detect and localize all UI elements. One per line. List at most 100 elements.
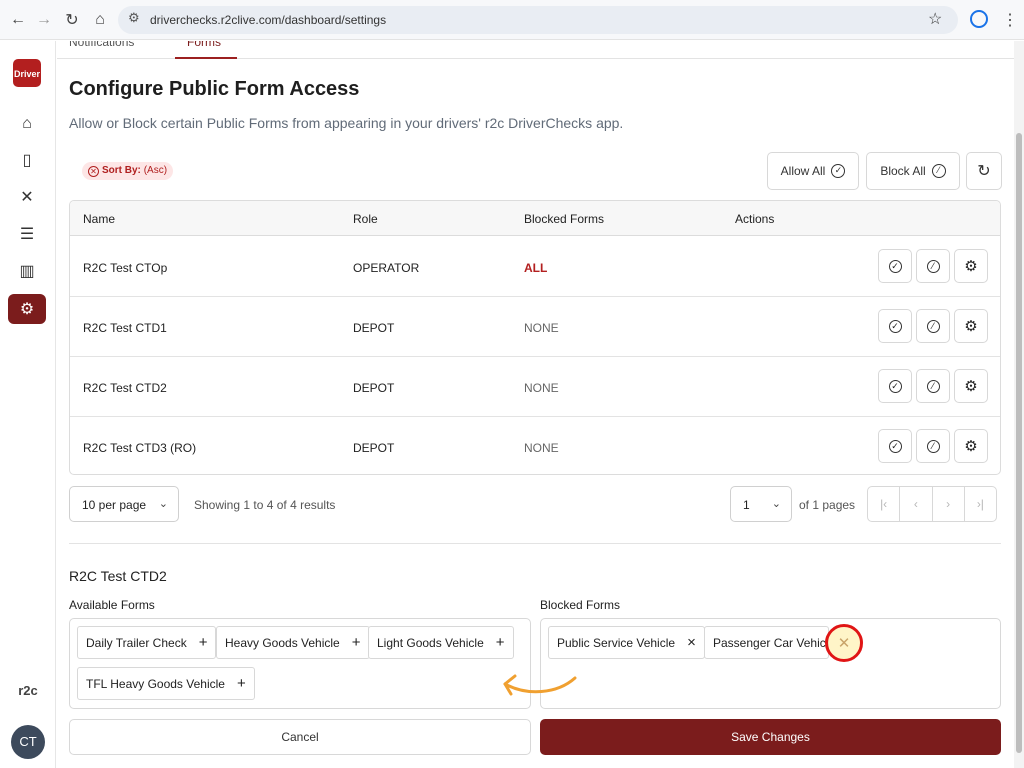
header-actions: Actions: [735, 212, 775, 226]
list-icon[interactable]: ☰: [8, 219, 46, 249]
blocked-forms-label: Blocked Forms: [540, 598, 621, 612]
row-settings-button[interactable]: ⚙: [954, 429, 988, 463]
header-role[interactable]: Role: [353, 212, 378, 226]
available-form-chip[interactable]: Heavy Goods Vehicle +: [216, 626, 370, 659]
results-summary: Showing 1 to 4 of 4 results: [194, 498, 336, 512]
header-blocked-forms[interactable]: Blocked Forms: [524, 212, 604, 226]
clipboard-icon[interactable]: ▯: [8, 145, 46, 175]
url-text[interactable]: driverchecks.r2clive.com/dashboard/setti…: [150, 13, 386, 27]
page-count: of 1 pages: [799, 498, 856, 512]
table-row[interactable]: R2C Test CTD1 DEPOT NONE ✓ ⁄ ⚙: [70, 297, 1000, 357]
first-page-icon[interactable]: |‹: [868, 487, 901, 521]
block-all-label: Block All: [880, 164, 926, 178]
blocked-form-chip[interactable]: Passenger Car Vehicle: [704, 626, 829, 659]
allow-row-button[interactable]: ✓: [878, 429, 912, 463]
home-icon[interactable]: ⌂: [8, 109, 46, 139]
next-page-icon[interactable]: ›: [933, 487, 965, 521]
row-role: DEPOT: [353, 381, 395, 395]
header-name[interactable]: Name: [83, 212, 115, 226]
users-table: Name Role Blocked Forms Actions R2C Test…: [69, 200, 1001, 475]
home-browser-icon[interactable]: ⌂: [88, 8, 112, 32]
row-name: R2C Test CTD2: [83, 381, 167, 395]
row-settings-button[interactable]: ⚙: [954, 309, 988, 343]
remove-icon[interactable]: ×: [687, 634, 696, 651]
row-name: R2C Test CTD3 (RO): [83, 441, 197, 455]
row-blocked: ALL: [524, 261, 548, 275]
allow-row-button[interactable]: ✓: [878, 309, 912, 343]
tab-forms[interactable]: Forms: [187, 41, 221, 49]
gear-icon[interactable]: ⚙: [8, 294, 46, 324]
check-circle-icon: ✓: [888, 379, 902, 393]
available-form-chip[interactable]: Daily Trailer Check +: [77, 626, 217, 659]
app-logo[interactable]: Driver: [13, 59, 41, 87]
page-select[interactable]: 1 ⌄: [730, 486, 792, 522]
page-subtitle: Allow or Block certain Public Forms from…: [69, 115, 624, 131]
app-logo-text: Driver: [13, 69, 40, 79]
table-row[interactable]: R2C Test CTOp OPERATOR ALL ✓ ⁄ ⚙: [70, 237, 1000, 297]
allow-all-label: Allow All: [780, 164, 826, 178]
bookmark-star-icon[interactable]: ☆: [928, 9, 942, 29]
check-circle-icon: ✓: [888, 439, 902, 453]
save-changes-button[interactable]: Save Changes: [540, 719, 1001, 755]
check-circle-icon: ✓: [831, 164, 846, 178]
tools-icon[interactable]: ✕: [8, 182, 46, 212]
chart-icon[interactable]: ▥: [8, 256, 46, 286]
back-arrow-icon[interactable]: ←: [6, 8, 30, 32]
block-row-button[interactable]: ⁄: [916, 429, 950, 463]
row-settings-button[interactable]: ⚙: [954, 369, 988, 403]
block-row-button[interactable]: ⁄: [916, 249, 950, 283]
section-divider: [69, 543, 1001, 544]
sort-chip[interactable]: ✕ Sort By: (Asc): [82, 162, 174, 180]
add-icon[interactable]: +: [496, 634, 505, 651]
blocked-forms-box: Public Service Vehicle × Passenger Car Ve…: [540, 618, 1001, 709]
blocked-form-chip[interactable]: Public Service Vehicle ×: [548, 626, 705, 659]
block-row-button[interactable]: ⁄: [916, 369, 950, 403]
browser-menu-icon[interactable]: ⋮: [1002, 10, 1018, 30]
reload-icon[interactable]: ↻: [60, 8, 84, 32]
allow-all-button[interactable]: Allow All ✓: [767, 152, 859, 190]
available-form-chip[interactable]: TFL Heavy Goods Vehicle +: [77, 667, 255, 700]
last-page-icon[interactable]: ›|: [965, 487, 996, 521]
profile-icon[interactable]: [970, 10, 988, 28]
row-settings-button[interactable]: ⚙: [954, 249, 988, 283]
main-content: Notifications Forms Configure Public For…: [57, 41, 1014, 768]
browser-toolbar: ← → ↻ ⌂ ⚙ driverchecks.r2clive.com/dashb…: [0, 0, 1024, 40]
page-scrollbar[interactable]: [1014, 41, 1024, 768]
clear-sort-icon[interactable]: ✕: [88, 166, 99, 177]
avatar[interactable]: CT: [11, 725, 45, 759]
per-page-select[interactable]: 10 per page ⌄: [69, 486, 179, 522]
forward-arrow-icon[interactable]: →: [32, 8, 56, 32]
site-settings-icon[interactable]: ⚙: [128, 10, 140, 26]
page-title: Configure Public Form Access: [69, 78, 360, 100]
gear-icon: ⚙: [964, 258, 978, 275]
prev-page-icon[interactable]: ‹: [900, 487, 933, 521]
add-icon[interactable]: +: [237, 675, 246, 692]
block-circle-icon: ⁄: [926, 259, 940, 273]
tab-notifications[interactable]: Notifications: [69, 41, 134, 49]
form-chip-label: Passenger Car Vehicle: [713, 635, 829, 650]
refresh-button[interactable]: ↻: [966, 152, 1002, 190]
allow-row-button[interactable]: ✓: [878, 249, 912, 283]
table-row[interactable]: R2C Test CTD2 DEPOT NONE ✓ ⁄ ⚙: [70, 357, 1000, 417]
address-bar[interactable]: ⚙ driverchecks.r2clive.com/dashboard/set…: [118, 6, 958, 34]
table-row[interactable]: R2C Test CTD3 (RO) DEPOT NONE ✓ ⁄ ⚙: [70, 417, 1000, 474]
available-form-chip[interactable]: Light Goods Vehicle +: [368, 626, 514, 659]
selected-user-name: R2C Test CTD2: [69, 568, 167, 584]
add-icon[interactable]: +: [199, 634, 208, 651]
form-chip-label: Public Service Vehicle: [557, 635, 676, 650]
remove-icon-highlighted[interactable]: ✕: [825, 624, 863, 662]
block-row-button[interactable]: ⁄: [916, 309, 950, 343]
add-icon[interactable]: +: [352, 634, 361, 651]
form-chip-label: TFL Heavy Goods Vehicle: [86, 676, 225, 691]
allow-row-button[interactable]: ✓: [878, 369, 912, 403]
row-blocked: NONE: [524, 441, 559, 455]
cancel-button[interactable]: Cancel: [69, 719, 531, 755]
block-all-button[interactable]: Block All ⁄: [866, 152, 960, 190]
gear-icon: ⚙: [964, 438, 978, 455]
chevron-down-icon: ⌄: [158, 498, 168, 510]
gear-icon: ⚙: [964, 378, 978, 395]
table-header: Name Role Blocked Forms Actions: [70, 201, 1000, 236]
sidebar: Driver ⌂ ▯ ✕ ☰ ▥ ⚙ r2c CT: [0, 41, 56, 768]
scrollbar-thumb[interactable]: [1016, 133, 1022, 753]
annotation-arrow-icon: [503, 674, 577, 696]
